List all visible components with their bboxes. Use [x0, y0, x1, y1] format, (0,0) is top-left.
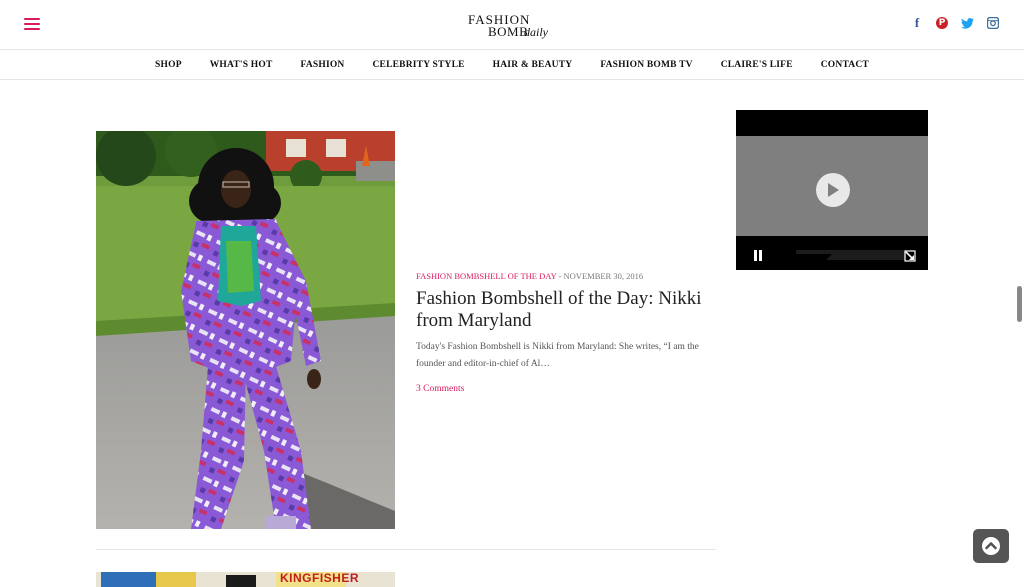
- pinterest-glyph: P: [938, 18, 946, 28]
- video-progress-bar[interactable]: [796, 250, 906, 260]
- social-links: f P t ◎: [910, 15, 1000, 30]
- back-to-top-button[interactable]: [973, 529, 1009, 563]
- post-meta: FASHION BOMBSHELL OF THE DAY - NOVEMBER …: [416, 271, 643, 281]
- nav-item-whats-hot[interactable]: WHAT'S HOT: [196, 60, 287, 70]
- post-divider: [96, 549, 716, 550]
- chevron-up-circle-icon: [982, 537, 1000, 555]
- video-player[interactable]: [736, 110, 928, 270]
- nav-item-shop[interactable]: SHOP: [141, 60, 196, 70]
- post-excerpt: Today's Fashion Bombshell is Nikki from …: [416, 342, 699, 369]
- nav-item-contact[interactable]: CONTACT: [807, 60, 883, 70]
- main-navigation: SHOP WHAT'S HOT FASHION CELEBRITY STYLE …: [0, 50, 1024, 80]
- video-controls: [736, 240, 928, 270]
- hamburger-menu-icon[interactable]: [24, 18, 40, 30]
- next-post-image[interactable]: KINGFISHER: [96, 572, 395, 587]
- next-post-sign-text: KINGFISHER: [280, 572, 360, 585]
- twitter-bird-shape: [960, 17, 974, 29]
- post-comments-link[interactable]: 3 Comments: [416, 384, 464, 394]
- logo-line-3: daily: [524, 25, 548, 39]
- twitter-icon[interactable]: t: [960, 16, 974, 30]
- site-header: FASHION BOMB daily f P t ◎: [0, 0, 1024, 50]
- pause-icon[interactable]: [752, 250, 764, 262]
- scrollbar-thumb[interactable]: [1017, 286, 1022, 322]
- instagram-camera-shape: [987, 17, 999, 29]
- facebook-icon[interactable]: f: [910, 15, 924, 30]
- nav-item-fashion[interactable]: FASHION: [287, 60, 359, 70]
- play-button[interactable]: [816, 173, 850, 207]
- logo-line-2: BOMB: [488, 24, 529, 39]
- pinterest-icon[interactable]: P: [936, 17, 948, 29]
- nav-item-claires-life[interactable]: CLAIRE'S LIFE: [707, 60, 807, 70]
- post-photo-illustration: [96, 131, 395, 529]
- nav-item-fashion-bomb-tv[interactable]: FASHION BOMB TV: [586, 60, 706, 70]
- nav-item-hair-beauty[interactable]: HAIR & BEAUTY: [479, 60, 587, 70]
- nav-item-celebrity-style[interactable]: CELEBRITY STYLE: [359, 60, 479, 70]
- site-logo[interactable]: FASHION BOMB daily: [462, 10, 562, 42]
- post-meta-separator: -: [556, 271, 564, 281]
- post-title-link[interactable]: Fashion Bombshell of the Day: Nikki from…: [416, 288, 716, 332]
- post-date: NOVEMBER 30, 2016: [563, 271, 644, 281]
- instagram-icon[interactable]: ◎: [986, 16, 1000, 30]
- post-featured-image[interactable]: [96, 131, 395, 529]
- play-icon: [828, 183, 839, 197]
- post-category-link[interactable]: FASHION BOMBSHELL OF THE DAY: [416, 271, 556, 281]
- exit-fullscreen-icon[interactable]: [904, 250, 916, 262]
